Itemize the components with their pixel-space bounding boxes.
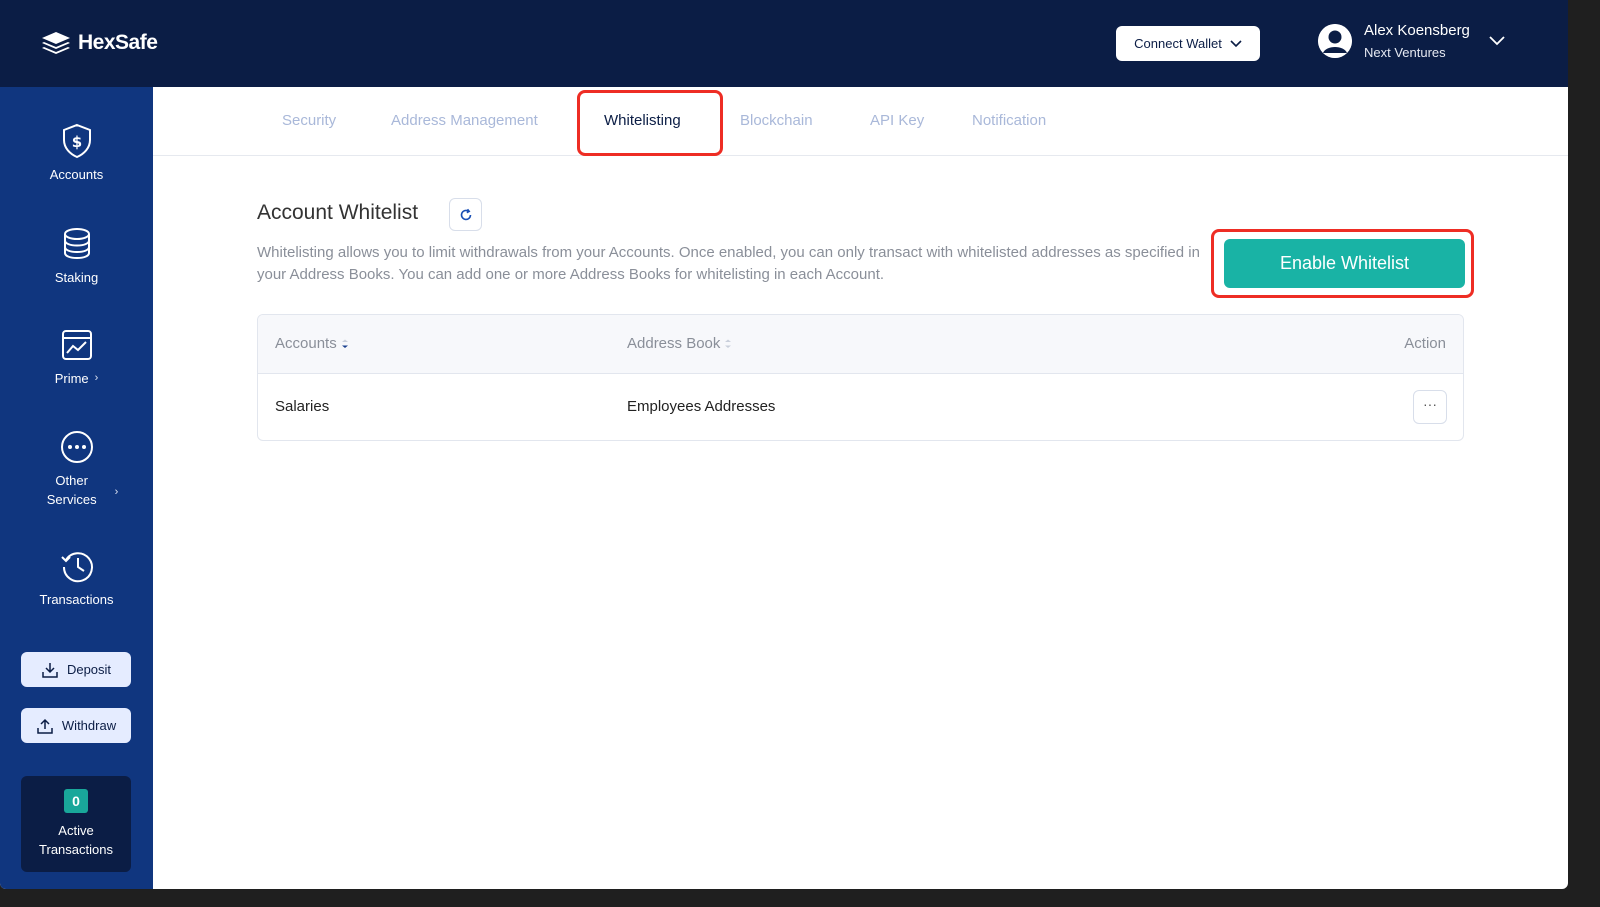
active-transactions-panel[interactable]: 0 Active Transactions: [21, 776, 131, 872]
connect-wallet-label: Connect Wallet: [1134, 36, 1222, 51]
chart-window-icon: [61, 330, 92, 360]
sidebar-item-prime[interactable]: Prime ›: [0, 327, 153, 388]
sidebar: $ Accounts Staking Prime › Other Service…: [0, 87, 153, 889]
more-circle-icon: [60, 431, 93, 463]
tab-security[interactable]: Security: [282, 112, 336, 129]
tab-api-key[interactable]: API Key: [870, 112, 924, 129]
table-header: Accounts Address Book Action: [258, 315, 1463, 374]
row-actions-button[interactable]: ···: [1413, 390, 1447, 424]
enable-whitelist-button[interactable]: Enable Whitelist: [1224, 239, 1465, 288]
user-menu[interactable]: Alex Koensberg Next Ventures: [1318, 22, 1470, 60]
user-name: Alex Koensberg: [1364, 22, 1470, 39]
user-icon: [1318, 24, 1352, 58]
coin-stack-icon: [63, 228, 90, 260]
column-header-label: Address Book: [627, 335, 721, 352]
user-chevron-down-icon[interactable]: [1488, 35, 1506, 47]
sidebar-item-staking[interactable]: Staking: [0, 226, 153, 287]
hexsafe-logo[interactable]: HexSafe: [40, 30, 158, 56]
sidebar-item-label: Other: [55, 473, 88, 488]
active-transactions-label: Active: [58, 823, 94, 838]
column-header-accounts[interactable]: Accounts: [275, 335, 349, 352]
logo-text: HexSafe: [78, 31, 158, 54]
tab-address-management[interactable]: Address Management: [391, 112, 538, 129]
history-clock-icon: [60, 552, 93, 583]
deposit-button[interactable]: Deposit: [21, 652, 131, 687]
column-header-label: Accounts: [275, 335, 337, 352]
sidebar-item-label-2: Services: [46, 492, 97, 507]
svg-text:$: $: [71, 133, 81, 151]
settings-tabs: Security Address Management Whitelisting…: [153, 87, 1568, 156]
sidebar-item-label: Accounts: [49, 167, 104, 182]
whitelisting-tab-highlight: [577, 90, 723, 156]
sidebar-item-transactions[interactable]: Transactions: [0, 548, 153, 609]
withdraw-button[interactable]: Withdraw: [21, 708, 131, 743]
active-transactions-label-2: Transactions: [39, 842, 113, 857]
sidebar-item-label: Staking: [54, 270, 99, 285]
table-row[interactable]: Salaries Employees Addresses ···: [258, 374, 1463, 440]
refresh-button[interactable]: [449, 198, 482, 231]
sidebar-item-label: Transactions: [39, 592, 114, 607]
sort-icon: [725, 339, 732, 348]
sort-desc-icon: [341, 339, 348, 348]
column-header-action: Action: [1404, 335, 1446, 352]
chevron-down-icon: [1230, 39, 1242, 47]
top-bar: HexSafe Connect Wallet Alex Koensberg Ne…: [0, 0, 1568, 87]
sidebar-item-label: Prime: [54, 371, 89, 386]
withdraw-label: Withdraw: [61, 718, 117, 733]
whitelist-description: Whitelisting allows you to limit withdra…: [257, 244, 1200, 283]
chevron-right-icon: ›: [114, 485, 119, 498]
app-window: HexSafe Connect Wallet Alex Koensberg Ne…: [0, 0, 1568, 889]
active-transactions-count: 0: [64, 789, 88, 813]
page-title: Account Whitelist: [257, 201, 419, 224]
upload-icon: [37, 718, 53, 734]
tab-blockchain[interactable]: Blockchain: [740, 112, 813, 129]
whitelist-table: Accounts Address Book Action Salaries Em…: [257, 314, 1464, 441]
cell-account: Salaries: [275, 398, 330, 415]
column-header-address-book[interactable]: Address Book: [627, 335, 732, 352]
logo-layers-icon: [42, 32, 70, 54]
shield-dollar-icon: $: [62, 123, 91, 159]
user-org: Next Ventures: [1364, 45, 1446, 60]
deposit-label: Deposit: [66, 662, 112, 677]
cell-address-book: Employees Addresses: [627, 398, 776, 415]
refresh-icon: [460, 208, 471, 220]
chevron-right-icon: ›: [94, 372, 99, 384]
avatar: [1318, 24, 1352, 58]
tab-notification[interactable]: Notification: [972, 112, 1046, 129]
download-icon: [42, 662, 58, 678]
sidebar-item-accounts[interactable]: $ Accounts: [0, 123, 153, 184]
sidebar-item-other-services[interactable]: Other Services ›: [0, 429, 153, 509]
connect-wallet-button[interactable]: Connect Wallet: [1116, 26, 1260, 61]
